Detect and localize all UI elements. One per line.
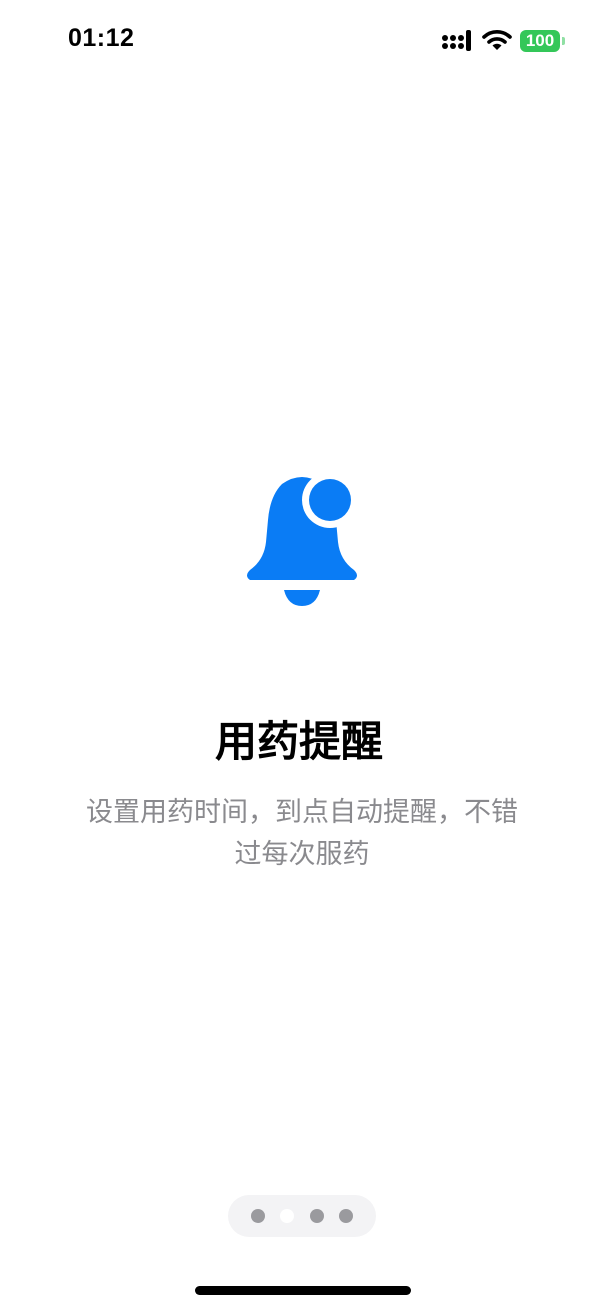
bell-icon bbox=[247, 472, 358, 606]
page-dot-3[interactable] bbox=[310, 1209, 324, 1223]
battery-icon: 100 bbox=[520, 30, 566, 52]
page-title: 用药提醒 bbox=[214, 717, 383, 766]
page-indicator[interactable] bbox=[228, 1195, 376, 1237]
wifi-icon bbox=[482, 30, 512, 50]
battery-cap bbox=[562, 37, 565, 45]
cellular-signal-icon bbox=[442, 30, 471, 51]
page-dot-4[interactable] bbox=[339, 1209, 353, 1223]
page-dot-1[interactable] bbox=[251, 1209, 265, 1223]
page-dot-2[interactable] bbox=[280, 1209, 294, 1223]
battery-level: 100 bbox=[520, 30, 560, 52]
page-description: 设置用药时间，到点自动提醒，不错过每次服药 bbox=[86, 797, 518, 870]
status-time: 01:12 bbox=[68, 24, 135, 52]
status-bar: 01:12 100 bbox=[0, 0, 598, 80]
home-indicator[interactable] bbox=[195, 1286, 411, 1295]
